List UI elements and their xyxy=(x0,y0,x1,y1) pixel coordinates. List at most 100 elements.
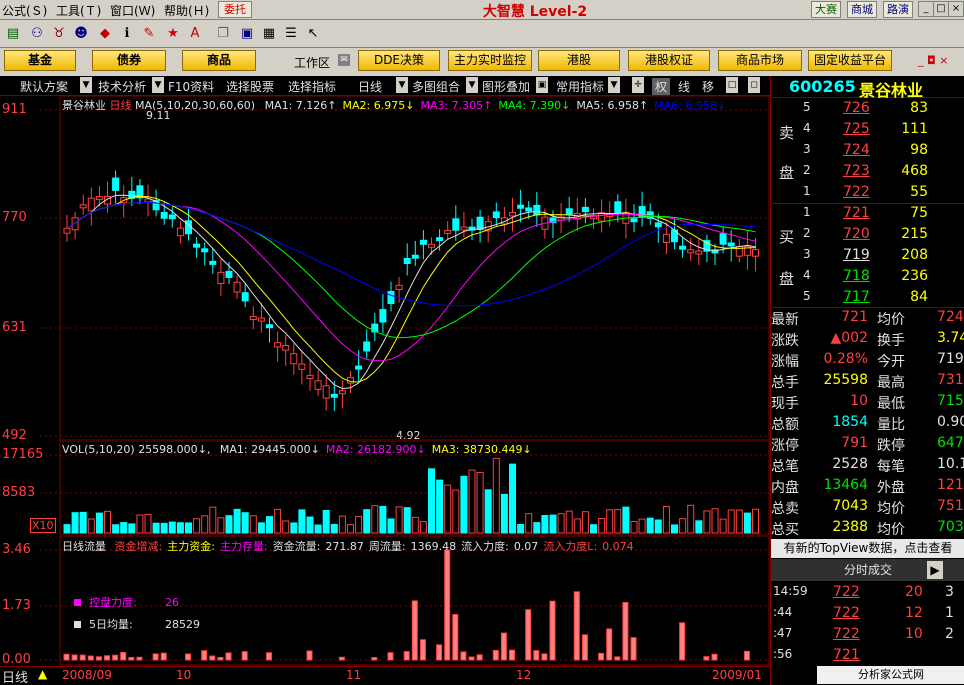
dropdown-arrow-icon[interactable]: ▼ xyxy=(152,77,164,93)
nav-bond-button[interactable]: 债券 xyxy=(92,50,166,71)
nav-fixed-income-button[interactable]: 固定收益平台 xyxy=(808,50,892,71)
volume-bar xyxy=(492,457,500,534)
panel-controls-icon[interactable]: _ ◘ × xyxy=(918,54,948,67)
func-common-indicators[interactable]: 常用指标 xyxy=(556,78,604,95)
flow-bar xyxy=(533,650,540,661)
func-multi-chart[interactable]: 多图组合 xyxy=(412,78,460,95)
info-icon[interactable]: ℹ xyxy=(118,25,136,43)
dropdown-arrow-icon[interactable]: ▼ xyxy=(80,77,92,93)
text-icon[interactable]: A xyxy=(186,25,204,43)
dropdown-arrow-icon[interactable]: ▼ xyxy=(466,77,478,93)
expand-icon[interactable]: ◻ xyxy=(748,77,760,93)
volume-bar xyxy=(233,508,241,534)
volume-bar xyxy=(104,510,111,534)
func-select-indicator[interactable]: 选择指标 xyxy=(288,78,336,95)
stat-label: 涨停 xyxy=(771,438,799,454)
grid-icon[interactable]: ▦ xyxy=(260,25,278,43)
func-f10[interactable]: F10资料 xyxy=(168,78,214,95)
roadshow-button[interactable]: 路演 xyxy=(883,1,913,18)
trade-time: 14:59 xyxy=(773,584,808,598)
flow-bar xyxy=(581,634,588,661)
toggle-move[interactable]: 移 xyxy=(702,78,714,95)
mail-icon[interactable]: ✉ xyxy=(338,54,350,66)
star-icon[interactable]: ★ xyxy=(164,25,182,43)
copy-icon[interactable]: ❐ xyxy=(214,25,232,43)
contest-button[interactable]: 大赛 xyxy=(811,1,841,18)
flow-bar xyxy=(743,650,750,661)
flow-bar xyxy=(525,609,532,661)
stat-value: ▲002 xyxy=(830,330,869,346)
sell-level: 5 xyxy=(803,100,811,114)
list-icon[interactable]: ☰ xyxy=(282,25,300,43)
stat-label: 均价 xyxy=(877,501,905,517)
dropdown-arrow-icon[interactable]: ▼ xyxy=(396,77,408,93)
trade-volume: 12 xyxy=(905,605,923,621)
close-icon[interactable]: × xyxy=(948,1,964,17)
nav-fund-button[interactable]: 基金 xyxy=(4,50,76,71)
buy-level: 5 xyxy=(803,289,811,303)
topview-banner[interactable]: 有新的TopView数据，点击查看 xyxy=(771,539,964,558)
func-daily[interactable]: 日线 xyxy=(358,78,382,95)
window-icon[interactable]: ▣ xyxy=(238,25,256,43)
volume-bar xyxy=(727,509,735,534)
candle-body xyxy=(160,211,168,219)
flow-bar xyxy=(509,649,515,661)
toggle-line[interactable]: 线 xyxy=(678,78,690,95)
help-pointer-icon[interactable]: ↖ xyxy=(304,25,322,43)
menu-window[interactable]: 窗口(Ｗ) xyxy=(110,2,155,19)
nav-dde-button[interactable]: DDE决策 xyxy=(358,50,440,71)
volume-bar xyxy=(363,509,371,534)
func-default-scheme[interactable]: 默认方案 xyxy=(20,78,68,95)
menu-formula[interactable]: 公式(Ｓ) xyxy=(2,2,47,19)
volume-bar xyxy=(411,516,419,534)
period-tab[interactable]: 日线 xyxy=(2,667,28,685)
candle-body xyxy=(452,218,460,231)
alert-icon[interactable]: ◆ xyxy=(96,25,114,43)
entrust-button[interactable]: 委托 xyxy=(218,1,252,18)
lock-icon[interactable]: ▣ xyxy=(536,77,548,93)
volume-bar xyxy=(614,509,622,534)
dropdown-arrow-icon[interactable]: ▼ xyxy=(608,77,620,93)
menu-tools[interactable]: 工具(Ｔ) xyxy=(56,2,101,19)
nav-market-button[interactable]: 商品市场 xyxy=(718,50,802,71)
candle-body xyxy=(533,204,541,216)
people-icon[interactable]: ☻ xyxy=(72,25,90,43)
crosshair-icon[interactable]: ✛ xyxy=(632,77,644,93)
menu-help[interactable]: 帮助(Ｈ) xyxy=(164,2,209,19)
nav-commodity-button[interactable]: 商品 xyxy=(182,50,256,71)
binoculars-icon[interactable]: ⚇ xyxy=(28,25,46,43)
candle-body xyxy=(752,249,759,257)
price-chart-panel[interactable]: 景谷林业 日线 MA(5,10,20,30,60,60) MA1: 7.126↑… xyxy=(0,96,770,443)
mall-button[interactable]: 商城 xyxy=(847,1,877,18)
volume-bar xyxy=(444,484,452,534)
fund-flow-panel[interactable]: 日线流量 资金增减: 主力资金: 主力存量: 资金流量: 271.87 周流量: 1369.… xyxy=(0,536,770,667)
price-chart[interactable] xyxy=(0,96,770,441)
func-tech-analysis[interactable]: 技术分析 xyxy=(98,78,146,95)
flow-tick-label: 1.73 xyxy=(2,598,31,613)
pin-icon[interactable]: ✎ xyxy=(140,25,158,43)
volume-bar xyxy=(646,517,654,534)
maximize-icon[interactable]: □ xyxy=(933,1,949,17)
volume-panel[interactable]: VOL(5,10,20) 25598.000↓, MA1: 29445.000↓… xyxy=(0,441,770,536)
flow-item: 0.07 xyxy=(513,540,539,553)
date-label: 2009/01 xyxy=(712,668,762,682)
nav-bar: 基金 债券 商品 工作区 ✉ DDE决策 主力实时监控 港股 港股权证 商品市场… xyxy=(0,48,964,73)
func-overlay[interactable]: 图形叠加 xyxy=(482,78,530,95)
minimize-icon[interactable]: _ xyxy=(918,1,934,17)
toggle-rights[interactable]: 权 xyxy=(652,78,671,95)
nav-hk-button[interactable]: 港股 xyxy=(538,50,620,71)
flow-bar xyxy=(468,656,475,661)
candle-body xyxy=(217,271,225,285)
nav-hk-warrant-button[interactable]: 港股权证 xyxy=(628,50,710,71)
stat-value: 0.28% xyxy=(823,351,868,367)
play-icon[interactable]: ▶ xyxy=(927,561,943,579)
stat-value: 13464 xyxy=(823,477,868,493)
stat-value: 724 xyxy=(937,309,964,325)
chart-icon[interactable]: ▤ xyxy=(4,25,22,43)
bull-icon[interactable]: ♉ xyxy=(50,25,68,43)
window-icon[interactable]: □ xyxy=(726,77,738,93)
period-toggle-icon[interactable]: ▲ xyxy=(38,667,47,681)
stat-label: 内盘 xyxy=(771,480,799,496)
func-select-stock[interactable]: 选择股票 xyxy=(226,78,274,95)
nav-monitor-button[interactable]: 主力实时监控 xyxy=(448,50,532,71)
